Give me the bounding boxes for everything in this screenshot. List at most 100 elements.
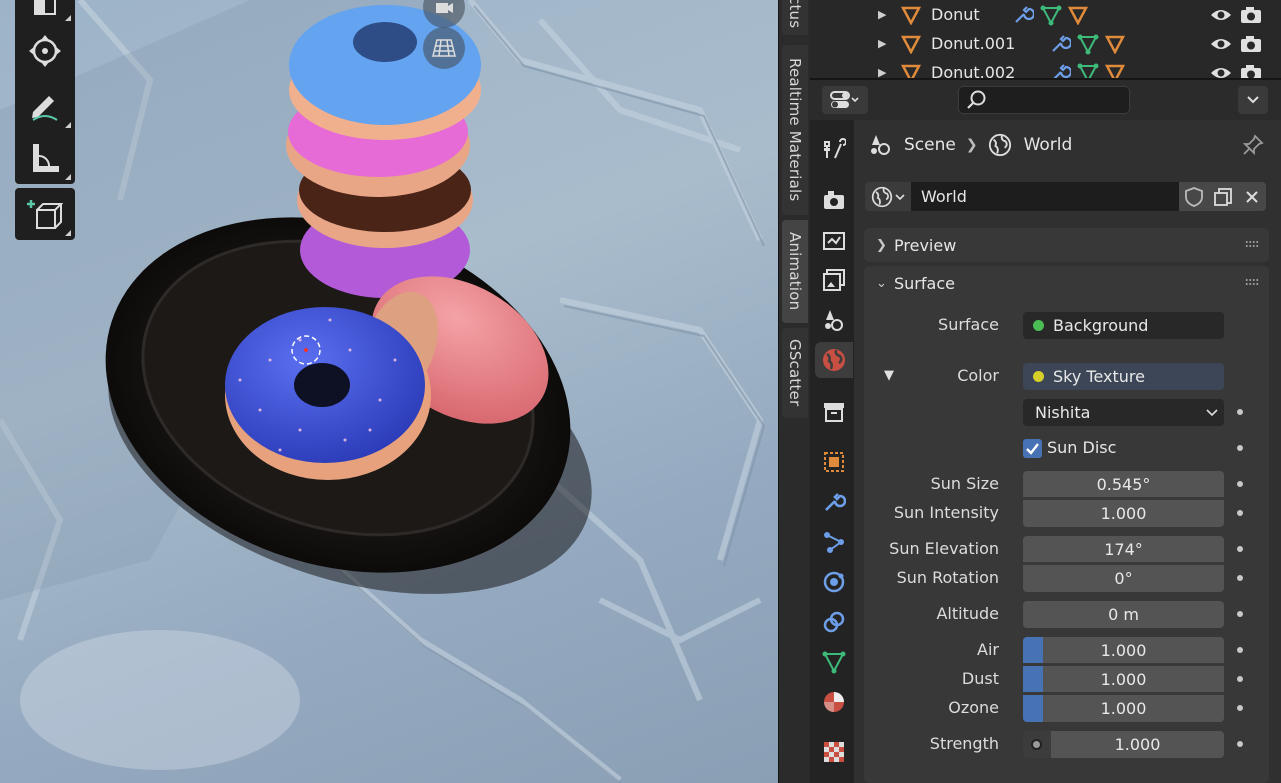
eye-icon[interactable] bbox=[1210, 7, 1232, 23]
tab-view-layer[interactable] bbox=[815, 262, 853, 298]
properties-header bbox=[810, 80, 1281, 120]
tab-scene[interactable] bbox=[815, 302, 853, 338]
expand-triangle-icon[interactable]: ▶ bbox=[878, 37, 886, 50]
tab-constraints[interactable] bbox=[815, 604, 853, 640]
tab-physics[interactable] bbox=[815, 564, 853, 600]
sun-size-field[interactable]: 0.545° bbox=[1023, 471, 1224, 498]
world-browse-button[interactable] bbox=[865, 182, 911, 211]
keyframe-dot-icon[interactable] bbox=[1237, 481, 1243, 487]
tab-output[interactable] bbox=[815, 222, 853, 258]
duplicate-world-button[interactable] bbox=[1208, 182, 1237, 211]
sun-disc-label[interactable]: Sun Disc bbox=[1047, 438, 1116, 457]
keyframe-dot-icon[interactable] bbox=[1237, 647, 1243, 653]
surface-shader-field[interactable]: Background bbox=[1023, 312, 1224, 339]
slider-fill bbox=[1023, 666, 1044, 693]
keyframe-dot-icon[interactable] bbox=[1237, 445, 1243, 451]
air-slider[interactable]: 1.000 bbox=[1023, 637, 1224, 664]
tab-world[interactable] bbox=[815, 342, 853, 378]
mesh-data-icon[interactable] bbox=[1077, 62, 1099, 81]
sidebar-tab-gscatter[interactable]: GScatter bbox=[782, 328, 808, 418]
strength-field[interactable]: 1.000 bbox=[1051, 731, 1224, 758]
world-name-field[interactable]: World bbox=[911, 182, 1179, 211]
sidebar-tab-realtime-materials[interactable]: Realtime Materials bbox=[782, 45, 808, 215]
tab-tool[interactable] bbox=[815, 132, 853, 168]
wrench-icon[interactable] bbox=[1049, 62, 1071, 81]
keyframe-dot-icon[interactable] bbox=[1237, 611, 1243, 617]
keyframe-dot-icon[interactable] bbox=[1237, 575, 1243, 581]
breadcrumb-scene[interactable]: Scene bbox=[904, 135, 956, 155]
render-camera-icon[interactable] bbox=[1240, 35, 1262, 53]
pin-icon[interactable] bbox=[1242, 134, 1264, 156]
measure-tool[interactable] bbox=[15, 132, 75, 184]
wrench-icon[interactable] bbox=[1049, 33, 1071, 55]
eye-icon[interactable] bbox=[1210, 36, 1232, 52]
scene-render bbox=[0, 0, 766, 783]
row-label: Air bbox=[977, 640, 999, 659]
3d-viewport[interactable] bbox=[0, 0, 778, 783]
render-camera-icon[interactable] bbox=[1240, 6, 1262, 24]
surface-panel-header[interactable]: ⌄ Surface bbox=[864, 266, 1269, 300]
keyframe-dot-icon[interactable] bbox=[1237, 510, 1243, 516]
sky-type-select[interactable]: Nishita bbox=[1023, 399, 1224, 426]
keyframe-dot-icon[interactable] bbox=[1237, 409, 1243, 415]
ozone-slider[interactable]: 1.000 bbox=[1023, 695, 1224, 722]
mesh-object-icon[interactable] bbox=[1105, 34, 1125, 54]
transform-tool[interactable] bbox=[15, 25, 75, 77]
sun-elevation-field[interactable]: 174° bbox=[1023, 536, 1224, 563]
sun-intensity-field[interactable]: 1.000 bbox=[1023, 500, 1224, 527]
ozone-row: Ozone 1.000 bbox=[864, 695, 1269, 722]
annotate-tool[interactable] bbox=[15, 80, 75, 132]
dust-slider[interactable]: 1.000 bbox=[1023, 666, 1224, 693]
sidebar-tab-animation[interactable]: Animation bbox=[782, 220, 808, 323]
outliner-row-donut[interactable]: ▶ Donut bbox=[810, 0, 1281, 29]
sun-disc-checkbox[interactable] bbox=[1023, 439, 1042, 458]
drag-grip-icon[interactable] bbox=[1245, 240, 1259, 248]
field-value: 1.000 bbox=[1100, 699, 1147, 718]
mesh-data-icon[interactable] bbox=[1077, 33, 1099, 55]
altitude-field[interactable]: 0 m bbox=[1023, 601, 1224, 628]
mesh-object-icon[interactable] bbox=[1068, 5, 1088, 25]
breadcrumb-world[interactable]: World bbox=[1024, 135, 1073, 155]
keyframe-dot-icon[interactable] bbox=[1237, 546, 1243, 552]
outliner-row-donut-001[interactable]: ▶ Donut.001 bbox=[810, 29, 1281, 58]
keyframe-dot-icon[interactable] bbox=[1237, 676, 1243, 682]
strength-socket-button[interactable] bbox=[1023, 731, 1051, 758]
world-icon bbox=[988, 133, 1011, 157]
sun-rotation-field[interactable]: 0° bbox=[1023, 565, 1224, 592]
slider-fill bbox=[1023, 695, 1044, 722]
object-name[interactable]: Donut.002 bbox=[931, 63, 1015, 78]
sidebar-tab-ctus[interactable]: ctus bbox=[782, 0, 808, 35]
expand-triangle-icon[interactable]: ▶ bbox=[878, 8, 886, 21]
tab-modifiers[interactable] bbox=[815, 484, 853, 520]
eye-icon[interactable] bbox=[1210, 65, 1232, 81]
ortho-toggle-button[interactable] bbox=[423, 27, 465, 69]
keyframe-dot-icon[interactable] bbox=[1237, 705, 1243, 711]
tab-collection[interactable] bbox=[815, 394, 853, 430]
unlink-world-button[interactable] bbox=[1237, 182, 1266, 211]
object-name[interactable]: Donut.001 bbox=[931, 34, 1015, 53]
color-input-field[interactable]: Sky Texture bbox=[1023, 363, 1224, 390]
mesh-object-icon[interactable] bbox=[1105, 63, 1125, 81]
expand-triangle-icon[interactable]: ▶ bbox=[878, 66, 886, 78]
add-cube-tool[interactable] bbox=[15, 188, 75, 240]
tab-data[interactable] bbox=[815, 644, 853, 680]
outliner-row-donut-002[interactable]: ▶ Donut.002 bbox=[810, 58, 1281, 81]
object-name[interactable]: Donut bbox=[931, 5, 980, 24]
render-camera-icon[interactable] bbox=[1240, 64, 1262, 81]
wrench-icon[interactable] bbox=[1012, 4, 1034, 26]
tab-material[interactable] bbox=[815, 684, 853, 720]
fake-user-button[interactable] bbox=[1179, 182, 1208, 211]
options-dropdown-button[interactable] bbox=[1238, 86, 1268, 114]
tab-object[interactable] bbox=[815, 444, 853, 480]
properties-search-input[interactable] bbox=[958, 86, 1130, 114]
keyframe-dot-icon[interactable] bbox=[1237, 741, 1243, 747]
tab-texture[interactable] bbox=[815, 734, 853, 770]
drag-grip-icon[interactable] bbox=[1245, 278, 1259, 286]
editor-type-button[interactable] bbox=[822, 86, 868, 114]
mesh-data-icon[interactable] bbox=[1040, 4, 1062, 26]
wrench-icon bbox=[825, 493, 846, 511]
tab-particles[interactable] bbox=[815, 524, 853, 560]
tab-render[interactable] bbox=[815, 182, 853, 218]
select-tool[interactable] bbox=[15, 0, 75, 25]
preview-panel-header[interactable]: ❯ Preview bbox=[864, 228, 1269, 262]
